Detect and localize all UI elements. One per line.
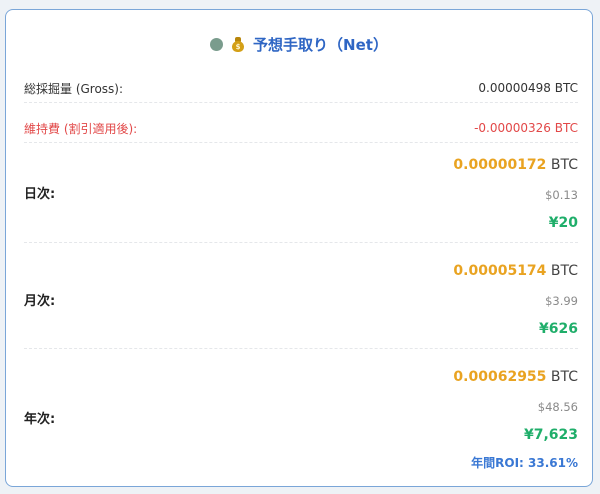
gross-label: 総採掘量 (Gross): (24, 81, 124, 96)
monthly-usd: $3.99 (545, 294, 578, 308)
gross-value: 0.00000498 BTC (478, 81, 578, 95)
yearly-roi: 年間ROI: 33.61% (471, 456, 578, 470)
status-dot-icon (210, 37, 224, 51)
divider (24, 242, 578, 243)
monthly-btc: 0.00005174 BTC (453, 261, 578, 281)
monthly-btc-amount: 0.00005174 (453, 263, 547, 279)
maintenance-row: 維持費 (割引適用後): -0.00000326 BTC (24, 117, 578, 139)
daily-btc-unit: BTC (550, 157, 578, 173)
yearly-btc: 0.00062955 BTC (453, 367, 578, 387)
monthly-label: 月次: (24, 294, 56, 309)
monthly-values: 0.00005174 BTC $3.99 ¥626 (453, 261, 578, 339)
yearly-usd: $48.56 (537, 400, 578, 414)
divider (24, 348, 578, 349)
net-earnings-card: $ 予想手取り（Net） 総採掘量 (Gross): 0.00000498 BT… (5, 9, 593, 487)
daily-btc: 0.00000172 BTC (453, 155, 578, 175)
card-header: $ 予想手取り（Net） (6, 32, 592, 56)
gross-row: 総採掘量 (Gross): 0.00000498 BTC (24, 78, 578, 98)
yearly-label: 年次: (24, 412, 56, 427)
yearly-btc-amount: 0.00062955 (453, 369, 547, 385)
money-bag-icon: $ (231, 36, 245, 52)
divider (24, 142, 578, 143)
daily-jpy: ¥20 (548, 215, 578, 231)
daily-usd: $0.13 (545, 188, 578, 202)
daily-values: 0.00000172 BTC $0.13 ¥20 (453, 155, 578, 233)
yearly-jpy: ¥7,623 (523, 427, 578, 443)
yearly-btc-unit: BTC (550, 369, 578, 385)
maintenance-value: -0.00000326 BTC (474, 121, 578, 135)
monthly-jpy: ¥626 (539, 321, 578, 337)
card-title: 予想手取り（Net） (253, 35, 388, 54)
divider (24, 102, 578, 103)
maintenance-label: 維持費 (割引適用後): (24, 121, 138, 136)
monthly-btc-unit: BTC (550, 263, 578, 279)
daily-label: 日次: (24, 187, 56, 202)
daily-btc-amount: 0.00000172 (453, 157, 547, 173)
yearly-values: 0.00062955 BTC $48.56 ¥7,623 年間ROI: 33.6… (453, 367, 578, 472)
